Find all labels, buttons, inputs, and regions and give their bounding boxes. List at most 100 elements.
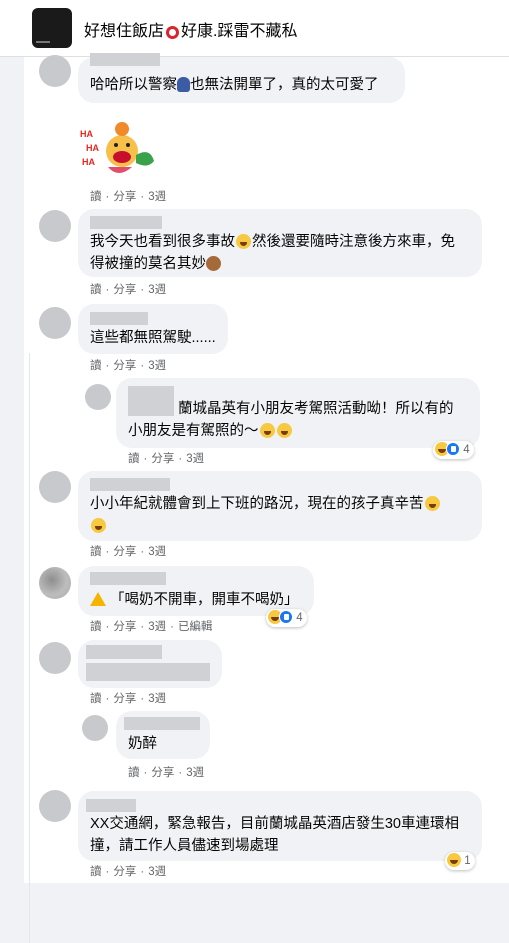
author-name-redacted[interactable] bbox=[128, 386, 174, 416]
share-button[interactable]: 分享 bbox=[113, 357, 136, 373]
share-button[interactable]: 分享 bbox=[151, 764, 174, 780]
comment-feed: 哈哈所以警察 也無法開單了，真的太可愛了 HA HA HA 讀 · 分享 · 3週 我今天… bbox=[24, 53, 509, 943]
comment-text: 得被撞的莫名其妙 bbox=[90, 253, 221, 275]
comment-text: 哈哈所以警察 也無法開單了，真的太可愛了 bbox=[90, 77, 379, 93]
avatar[interactable] bbox=[85, 384, 111, 410]
comment-time[interactable]: 3週 bbox=[148, 188, 166, 204]
like-reaction-icon bbox=[279, 610, 293, 624]
comment-time[interactable]: 3週 bbox=[148, 543, 166, 559]
group-header: 好想住飯店 好康.踩雷不藏私 bbox=[0, 0, 509, 57]
laughing-emoji-icon bbox=[276, 423, 292, 438]
share-button[interactable]: 分享 bbox=[151, 450, 174, 466]
share-button[interactable]: 分享 bbox=[113, 690, 136, 706]
comment-bubble: 哈哈所以警察 也無法開單了，真的太可愛了 bbox=[78, 53, 405, 103]
read-button[interactable]: 讀 bbox=[90, 690, 102, 706]
comment-bubble: 這些都無照駕駛...... bbox=[78, 304, 228, 354]
author-name-redacted[interactable] bbox=[124, 717, 200, 730]
comment-bubble: 小小年紀就體會到上下班的路況，現在的孩子真辛苦 bbox=[78, 471, 482, 541]
reply-text: 蘭城晶英有小朋友考駕照活動呦！所以有的 bbox=[178, 401, 454, 417]
reply-text: 奶醉 bbox=[128, 736, 157, 752]
comment-time[interactable]: 3週 bbox=[148, 618, 166, 634]
author-name-redacted[interactable] bbox=[86, 645, 162, 659]
avatar[interactable] bbox=[82, 715, 108, 741]
comment-text-redacted bbox=[86, 663, 210, 681]
read-button[interactable]: 讀 bbox=[90, 188, 102, 204]
comment-time[interactable]: 3週 bbox=[148, 863, 166, 879]
comment-time[interactable]: 3週 bbox=[148, 281, 166, 297]
comment-time[interactable]: 3週 bbox=[148, 690, 166, 706]
avatar[interactable] bbox=[39, 210, 71, 242]
avatar[interactable] bbox=[39, 567, 71, 599]
laughing-emoji-icon bbox=[424, 496, 440, 511]
comment-time[interactable]: 3週 bbox=[186, 450, 204, 466]
avatar[interactable] bbox=[39, 790, 71, 822]
comment-time[interactable]: 3週 bbox=[148, 357, 166, 373]
comment-bubble: XX交通網，緊急報告，目前蘭城晶英酒店發生30車連環相 撞，請工作人員儘速到場處… bbox=[78, 791, 482, 861]
reply-text: 小朋友是有駕照的～ bbox=[128, 420, 293, 442]
avatar[interactable] bbox=[39, 55, 71, 87]
comment-actions: 讀 · 分享 · 3週 bbox=[90, 543, 166, 559]
avatar[interactable] bbox=[39, 471, 71, 503]
read-button[interactable]: 讀 bbox=[90, 863, 102, 879]
author-name-redacted[interactable] bbox=[90, 216, 162, 229]
thread-line bbox=[29, 353, 30, 943]
avatar[interactable] bbox=[39, 642, 71, 674]
comment-text: 「喝奶不開車，開車不喝奶」 bbox=[90, 589, 299, 611]
share-button[interactable]: 分享 bbox=[113, 618, 136, 634]
comment-actions: 讀 · 分享 · 3週 bbox=[90, 863, 166, 879]
see-no-evil-monkey-icon bbox=[206, 256, 221, 271]
svg-text:HA: HA bbox=[80, 129, 93, 139]
like-reaction-icon bbox=[446, 442, 460, 456]
comment-actions: 讀 · 分享 · 3週 bbox=[90, 188, 166, 204]
author-name-redacted[interactable] bbox=[90, 312, 148, 325]
comment-text: 小小年紀就體會到上下班的路況，現在的孩子真辛苦 bbox=[90, 493, 441, 515]
group-logo[interactable] bbox=[32, 8, 72, 48]
svg-text:HA: HA bbox=[82, 157, 95, 167]
reply-bubble: 奶醉 bbox=[116, 711, 210, 759]
target-icon bbox=[166, 26, 180, 39]
reply-actions: 讀 · 分享 · 3週 bbox=[128, 450, 204, 466]
page-title[interactable]: 好想住飯店 好康.踩雷不藏私 bbox=[84, 17, 297, 41]
comment-time[interactable]: 3週 bbox=[186, 764, 204, 780]
laughing-sticker: HA HA HA bbox=[80, 122, 154, 173]
comment-actions: 讀 · 分享 · 3週 · 已編輯 bbox=[90, 618, 212, 634]
author-name-redacted[interactable] bbox=[86, 799, 136, 812]
author-name-redacted[interactable] bbox=[90, 478, 170, 491]
laughing-emoji-icon bbox=[91, 518, 106, 533]
comment-text: 撞，請工作人員儘速到場處理 bbox=[90, 838, 279, 854]
comment-bubble bbox=[78, 640, 222, 688]
author-name-redacted[interactable] bbox=[90, 572, 166, 585]
comment-text: 這些都無照駕駛...... bbox=[90, 330, 216, 346]
read-button[interactable]: 讀 bbox=[128, 450, 140, 466]
comment-bubble: 我今天也看到很多事故 然後還要隨時注意後方來車，免 得被撞的莫名其妙 bbox=[78, 209, 482, 277]
police-emoji-icon bbox=[177, 77, 190, 92]
read-button[interactable]: 讀 bbox=[90, 618, 102, 634]
title-part-1: 好想住飯店 bbox=[84, 23, 165, 40]
reaction-count[interactable]: 1 bbox=[445, 852, 475, 870]
comment-text bbox=[90, 515, 107, 537]
title-part-2: 好康.踩雷不藏私 bbox=[181, 23, 298, 40]
read-button[interactable]: 讀 bbox=[90, 543, 102, 559]
reply-actions: 讀 · 分享 · 3週 bbox=[128, 764, 204, 780]
share-button[interactable]: 分享 bbox=[113, 188, 136, 204]
author-name-redacted[interactable] bbox=[90, 53, 160, 66]
avatar[interactable] bbox=[39, 307, 71, 339]
share-button[interactable]: 分享 bbox=[113, 281, 136, 297]
read-button[interactable]: 讀 bbox=[128, 764, 140, 780]
haha-reaction-icon bbox=[447, 853, 461, 867]
comment-actions: 讀 · 分享 · 3週 bbox=[90, 281, 166, 297]
comment-actions: 讀 · 分享 · 3週 bbox=[90, 690, 166, 706]
comment-text: 我今天也看到很多事故 然後還要隨時注意後方來車，免 bbox=[90, 234, 455, 250]
read-button[interactable]: 讀 bbox=[90, 357, 102, 373]
share-button[interactable]: 分享 bbox=[113, 543, 136, 559]
laughing-emoji-icon bbox=[259, 423, 275, 438]
reply-bubble: 蘭城晶英有小朋友考駕照活動呦！所以有的 小朋友是有駕照的～ bbox=[116, 378, 480, 448]
share-button[interactable]: 分享 bbox=[113, 863, 136, 879]
read-button[interactable]: 讀 bbox=[90, 281, 102, 297]
edited-label: 已編輯 bbox=[177, 621, 213, 633]
reaction-count[interactable]: 4 bbox=[266, 609, 307, 627]
reaction-count[interactable]: 4 bbox=[433, 441, 474, 459]
svg-text:HA: HA bbox=[86, 143, 99, 153]
comment-text: XX交通網，緊急報告，目前蘭城晶英酒店發生30車連環相 bbox=[90, 816, 459, 832]
warning-icon bbox=[90, 592, 106, 606]
